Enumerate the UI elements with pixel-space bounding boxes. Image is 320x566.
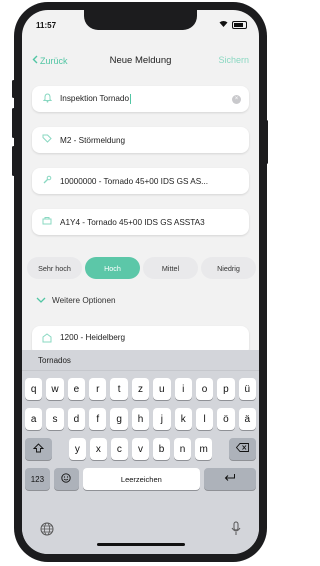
key-u[interactable]: u [153, 378, 171, 400]
key-d[interactable]: d [67, 408, 86, 430]
microphone-icon[interactable] [231, 521, 241, 541]
functional-location-field[interactable]: 10000000 - Tornado 45+00 IDS GS AS... [32, 168, 249, 194]
key-t[interactable]: t [110, 378, 128, 400]
emoji-icon [61, 472, 71, 486]
space-key[interactable]: Leerzeichen [82, 468, 201, 490]
status-time: 11:57 [36, 21, 57, 30]
volume-up-button [12, 108, 15, 138]
key-z[interactable]: z [131, 378, 150, 400]
navigation-bar: Zurück Neue Meldung Sichern [22, 52, 259, 72]
key-q[interactable]: q [25, 378, 43, 400]
key-row-2: a s d f g h j k l ö ä [25, 408, 256, 430]
return-key[interactable] [204, 468, 256, 490]
key-row-1: q w e r t z u i o p ü [25, 378, 256, 400]
delete-key[interactable] [228, 438, 256, 460]
shift-key[interactable] [25, 438, 53, 460]
key-row-4: 123 Leerzeichen [25, 468, 256, 490]
home-indicator [97, 543, 185, 546]
key-c[interactable]: c [110, 438, 128, 460]
notification-type-field[interactable]: M2 - Störmeldung [32, 127, 249, 153]
globe-icon[interactable] [40, 522, 54, 541]
more-options-label: Weitere Optionen [52, 296, 116, 305]
key-j[interactable]: j [153, 408, 171, 430]
priority-medium[interactable]: Mittel [143, 257, 198, 279]
power-button [265, 120, 268, 164]
notification-type-value: M2 - Störmeldung [60, 135, 126, 145]
bell-icon [40, 93, 54, 105]
clear-icon[interactable]: × [232, 94, 241, 104]
mute-switch [12, 80, 15, 98]
functional-location-value: 10000000 - Tornado 45+00 IDS GS AS... [60, 176, 209, 186]
return-icon [224, 473, 236, 485]
key-s[interactable]: s [46, 408, 64, 430]
shift-icon [33, 442, 45, 456]
wrench-icon [40, 175, 54, 187]
key-oe[interactable]: ö [217, 408, 235, 430]
key-m[interactable]: m [195, 438, 213, 460]
backspace-icon [235, 443, 249, 455]
priority-selector: Sehr hoch Hoch Mittel Niedrig [27, 257, 256, 279]
equipment-field[interactable]: A1Y4 - Tornado 45+00 IDS GS ASSTA3 [32, 209, 249, 235]
priority-low[interactable]: Niedrig [201, 257, 256, 279]
chevron-down-icon [36, 296, 46, 305]
priority-high[interactable]: Hoch [85, 257, 140, 279]
screen: 11:57 Zurück Neue Meldung Sichern Inspek… [22, 10, 259, 554]
key-ae[interactable]: ä [238, 408, 256, 430]
key-i[interactable]: i [174, 378, 192, 400]
key-x[interactable]: x [89, 438, 107, 460]
status-bar: 11:57 [22, 10, 259, 36]
equipment-value: A1Y4 - Tornado 45+00 IDS GS ASSTA3 [60, 217, 205, 227]
tag-icon [40, 134, 54, 146]
key-n[interactable]: n [174, 438, 192, 460]
text-cursor [130, 94, 132, 104]
key-w[interactable]: w [46, 378, 64, 400]
emoji-key[interactable] [53, 468, 79, 490]
volume-down-button [12, 146, 15, 176]
key-r[interactable]: r [89, 378, 107, 400]
key-row-3: y x c v b n m [25, 438, 256, 460]
priority-very-high[interactable]: Sehr hoch [27, 257, 82, 279]
key-a[interactable]: a [25, 408, 43, 430]
battery-icon [232, 20, 247, 29]
wifi-icon [219, 20, 228, 29]
suggestion-bar: Tornados [22, 350, 259, 371]
title-input[interactable]: Inspektion Tornado × [32, 86, 249, 112]
equipment-icon [40, 216, 54, 228]
location-icon [40, 333, 54, 345]
key-p[interactable]: p [217, 378, 235, 400]
key-ue[interactable]: ü [238, 378, 256, 400]
location-value: 1200 - Heidelberg [60, 333, 126, 342]
key-l[interactable]: l [195, 408, 214, 430]
key-y[interactable]: y [68, 438, 86, 460]
key-k[interactable]: k [174, 408, 192, 430]
key-e[interactable]: e [67, 378, 86, 400]
save-button[interactable]: Sichern [218, 55, 249, 65]
key-v[interactable]: v [131, 438, 149, 460]
key-h[interactable]: h [131, 408, 150, 430]
key-g[interactable]: g [110, 408, 128, 430]
key-b[interactable]: b [153, 438, 171, 460]
key-o[interactable]: o [195, 378, 214, 400]
more-options-toggle[interactable]: Weitere Optionen [36, 296, 116, 305]
title-input-value: Inspektion Tornado [60, 94, 130, 104]
keyboard: Tornados q w e r t z u i o p ü a s d f g… [22, 350, 259, 554]
numbers-key[interactable]: 123 [25, 468, 50, 490]
key-f[interactable]: f [89, 408, 107, 430]
suggestion-word[interactable]: Tornados [22, 356, 71, 365]
